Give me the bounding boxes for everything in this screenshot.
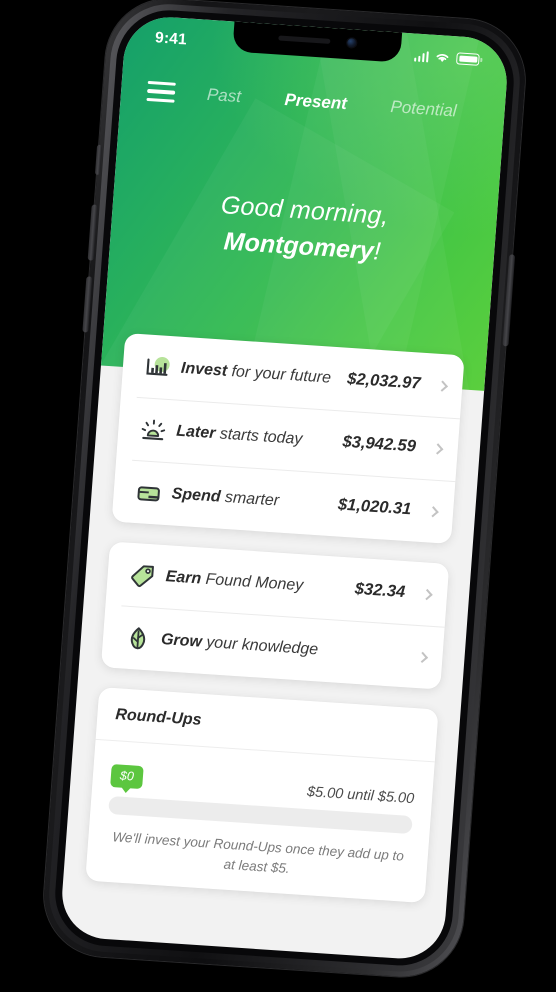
bar-chart-icon <box>138 353 178 381</box>
chevron-right-icon[interactable] <box>405 588 433 600</box>
roundups-amount-badge: $0 <box>110 764 144 790</box>
content-area: Invest for your future $2,032.97 Later s… <box>59 14 510 961</box>
phone-screen: 9:41 Past Present Potential Good morning… <box>59 14 510 962</box>
sunrise-icon <box>133 415 173 443</box>
roundups-until-text: $5.00 until $5.00 <box>306 784 415 808</box>
roundups-body: $0 $5.00 until $5.00 We'll invest your R… <box>85 740 435 903</box>
row-invest-label: Invest for your future <box>180 359 332 387</box>
row-spend-amount: $1,020.31 <box>337 495 412 519</box>
chevron-right-icon[interactable] <box>411 505 439 517</box>
row-earn-amount: $32.34 <box>354 579 406 602</box>
chevron-right-icon[interactable] <box>416 442 444 455</box>
front-camera-icon <box>345 36 358 49</box>
row-earn-label: Earn Found Money <box>165 567 304 594</box>
price-tag-icon <box>123 561 163 589</box>
credit-card-icon <box>129 478 169 506</box>
row-grow-label: Grow your knowledge <box>160 630 319 658</box>
screenshot-stage: 9:41 Past Present Potential Good morning… <box>0 0 556 992</box>
row-later-label: Later starts today <box>175 422 304 448</box>
extras-card: Earn Found Money $32.34 Grow your knowle… <box>100 541 450 690</box>
row-invest-amount: $2,032.97 <box>346 369 422 393</box>
accounts-card: Invest for your future $2,032.97 Later s… <box>111 332 465 545</box>
earpiece-speaker-icon <box>277 34 331 44</box>
chevron-right-icon[interactable] <box>400 651 429 663</box>
phone-device: 9:41 Past Present Potential Good morning… <box>39 0 530 981</box>
roundups-note: We'll invest your Round-Ups once they ad… <box>111 829 405 876</box>
row-spend-label: Spend smarter <box>171 484 280 510</box>
leaf-icon <box>118 624 158 652</box>
roundups-card: Round-Ups $0 $5.00 until $5.00 We'll inv… <box>85 687 439 904</box>
roundups-title: Round-Ups <box>114 706 203 729</box>
chevron-right-icon[interactable] <box>420 379 449 392</box>
row-later-amount: $3,942.59 <box>341 432 417 456</box>
